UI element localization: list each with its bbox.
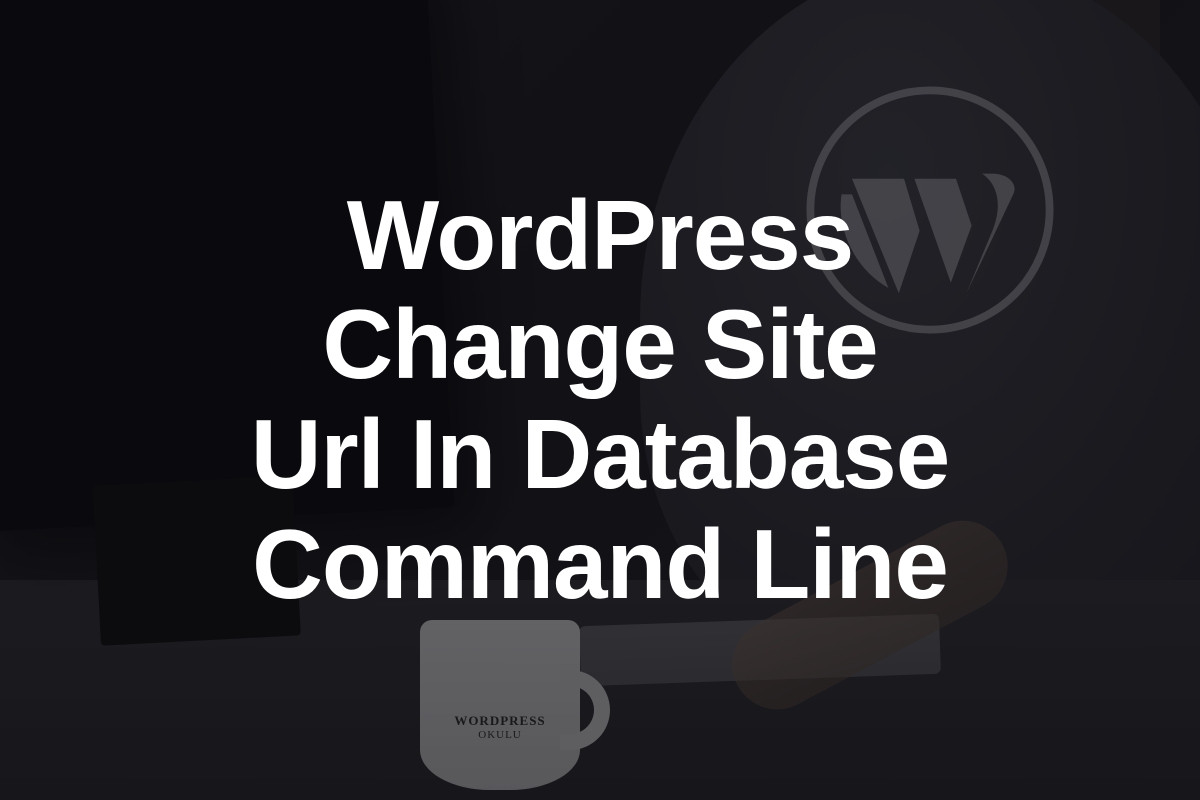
hero-banner: WORDPRESS OKULU WordPress Change Site Ur…: [0, 0, 1200, 800]
hero-title: WordPress Change Site Url In Database Co…: [211, 181, 989, 620]
title-line-1: WordPress: [347, 180, 854, 290]
title-line-2: Change Site: [322, 289, 877, 399]
title-line-3: Url In Database: [251, 399, 949, 509]
title-line-4: Command Line: [252, 509, 948, 619]
